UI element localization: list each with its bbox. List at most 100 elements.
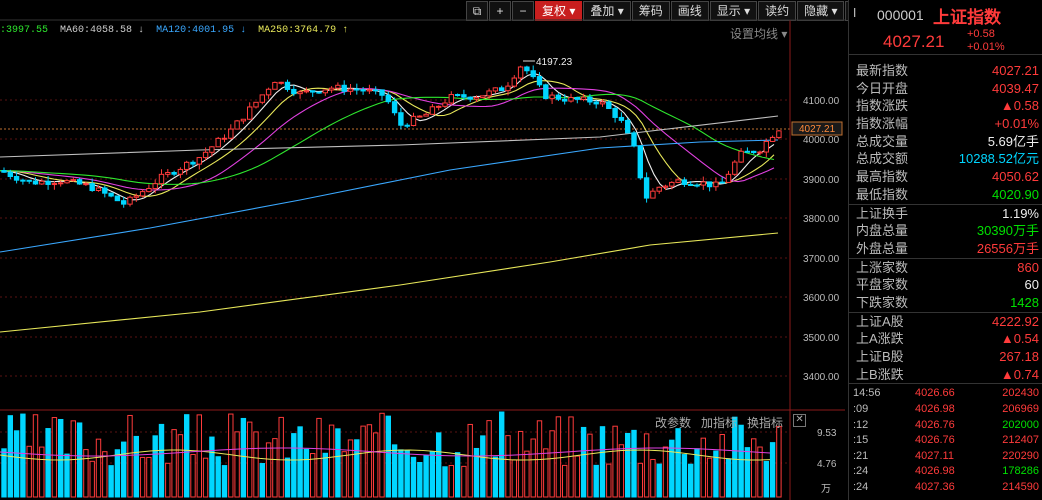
volume-bar: [58, 418, 64, 498]
hide-button[interactable]: 隐藏 ▾: [797, 1, 845, 21]
candlestick: [284, 79, 291, 92]
chips-button[interactable]: 筹码: [631, 1, 670, 21]
display-button[interactable]: 显示 ▾: [709, 1, 758, 21]
candlestick: [121, 196, 127, 208]
volume-bar: [669, 439, 675, 498]
tick-list[interactable]: 14:56 4026.66 202430:09 4026.98 206969:12 402…: [849, 384, 1042, 495]
tick-volume: 206969: [1002, 402, 1039, 415]
volume-bar: [568, 416, 574, 498]
candlestick: [322, 89, 329, 97]
stat-row: 上B涨跌 ▲0.74: [849, 366, 1042, 384]
stat-label: 指数涨跌: [856, 98, 909, 114]
volume-bar: [366, 424, 373, 498]
overlay-button[interactable]: 叠加 ▾: [583, 1, 631, 21]
candlestick: [555, 93, 562, 102]
stat-value: 4050.62: [992, 169, 1039, 185]
stat-label: 最低指数: [856, 186, 909, 202]
adjust-rights-button[interactable]: 复权 ▾: [535, 1, 583, 21]
stat-value: 30390万手: [976, 223, 1039, 239]
candlestick: [108, 192, 114, 198]
candlestick: [58, 180, 64, 187]
candlestick: [83, 181, 89, 186]
candlestick: [675, 177, 681, 183]
stat-value: 4020.90: [992, 186, 1039, 202]
candlestick: [650, 188, 656, 199]
candlestick: [467, 96, 473, 102]
candlestick: [505, 82, 511, 96]
close-icon[interactable]: ✕: [793, 414, 807, 427]
volume-bar: [530, 438, 536, 498]
candlestick: [719, 177, 725, 184]
price-tick: 3700.00: [803, 254, 840, 265]
volume-bar: [240, 417, 247, 498]
candlestick: [492, 87, 499, 94]
candlestick: [139, 189, 146, 198]
volume-bar: [398, 449, 404, 498]
candlestick: [328, 86, 335, 93]
restore-icon[interactable]: ⧉: [466, 1, 488, 21]
volume-bar: [675, 428, 681, 498]
volume-bar: [328, 424, 335, 498]
stat-value: 5.69亿手: [987, 133, 1039, 149]
stat-row: 上证B股 267.18: [849, 348, 1042, 366]
tick-price: 4027.11: [915, 449, 954, 462]
volume-bar: [177, 434, 184, 498]
stats-block-4: 上证A股 4222.92 上A涨跌 ▲0.54 上证B股 267.18 上B涨跌 ▲0.74: [849, 313, 1042, 385]
volume-bar: [524, 450, 530, 498]
volume-bar: [769, 442, 776, 498]
ma-line: [0, 232, 779, 333]
candlestick: [656, 186, 662, 194]
volume-bar: [51, 417, 58, 498]
candlestick: [272, 81, 278, 90]
kline-chart-area[interactable]: ⧉ + − 复权 ▾ 叠加 ▾ 筹码 画线 显示 ▾ 读约 隐藏 ▾ ⇱ :39…: [0, 0, 868, 500]
add-indicator-button[interactable]: 加指标: [701, 414, 737, 431]
volume-bar: [763, 460, 769, 498]
volume-bar: [108, 465, 114, 498]
volume-bar: [448, 464, 455, 498]
candlestick: [310, 90, 316, 97]
edit-params-button[interactable]: 改参数: [655, 414, 691, 431]
candlestick: [133, 193, 140, 202]
candlestick: [536, 72, 543, 88]
candlestick: [738, 147, 744, 163]
candlestick: [757, 150, 763, 156]
zoom-in-icon[interactable]: +: [489, 1, 511, 21]
volume-ma-line: [0, 447, 771, 457]
stat-value: ▲0.74: [1000, 366, 1039, 382]
volume-bar: [776, 426, 782, 498]
candlestick: [102, 185, 108, 198]
volume-bar: [291, 433, 297, 498]
volume-bar: [662, 446, 669, 498]
zoom-out-icon[interactable]: −: [512, 1, 534, 21]
candlestick: [240, 118, 247, 124]
volume-bar: [272, 438, 278, 498]
candlestick: [543, 83, 549, 100]
volume-bar: [536, 420, 543, 498]
volume-bar: [593, 464, 599, 498]
price-tick: 4100.00: [803, 96, 840, 107]
candlestick: [706, 181, 713, 192]
stat-value: ▲0.54: [1000, 331, 1039, 347]
volume-bar: [121, 441, 127, 498]
change-value: +0.58: [967, 28, 995, 40]
volume-bar: [587, 433, 593, 498]
collapse-icon[interactable]: ⅼ: [853, 6, 856, 20]
volume-bar: [499, 411, 505, 498]
stat-label: 指数涨幅: [856, 116, 909, 132]
draw-line-button[interactable]: 画线: [670, 1, 709, 21]
read-button[interactable]: 读约: [758, 1, 797, 21]
volume-bar: [480, 435, 486, 498]
volume-bar: [423, 455, 429, 498]
candlestick: [259, 94, 266, 105]
volume-bar: [681, 454, 688, 498]
candlestick: [454, 93, 461, 97]
volume-bar: [625, 432, 631, 498]
candlestick: [769, 135, 776, 142]
candlestick: [486, 88, 492, 99]
volume-bar: [429, 451, 436, 498]
volume-tick: 万: [821, 484, 831, 495]
ma-line: [0, 93, 775, 185]
change-indicator-button[interactable]: 换指标: [747, 414, 783, 431]
tick-row: :24 4026.98 178286: [849, 464, 1042, 480]
ma-settings-link[interactable]: 设置均线 ▾: [730, 25, 787, 42]
